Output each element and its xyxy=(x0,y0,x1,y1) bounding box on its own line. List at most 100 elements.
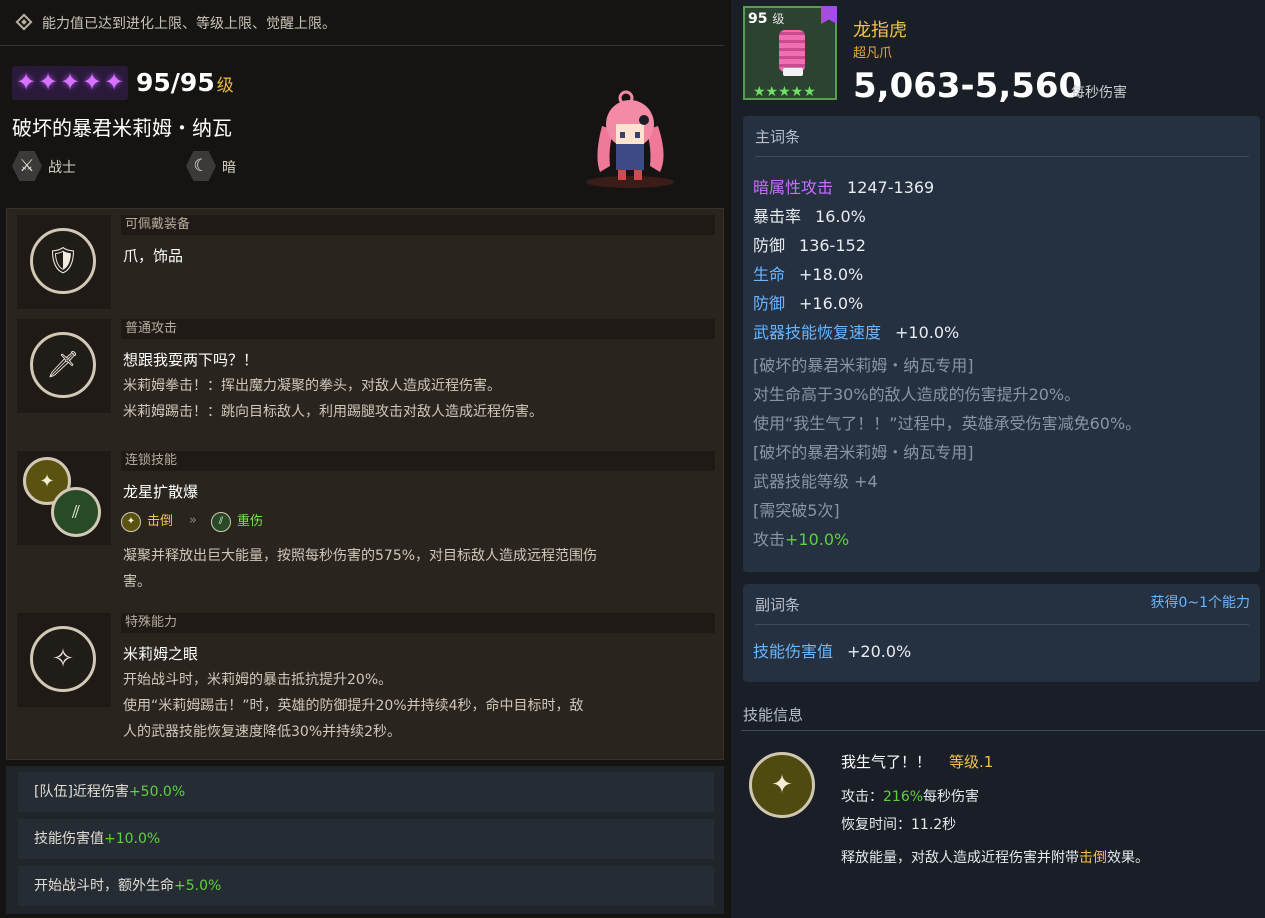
exclusive-line: 使用“我生气了！！”过程中，英雄承受伤害减免60%。 xyxy=(753,414,1142,433)
item-type: 超凡爪 xyxy=(853,46,893,61)
max-notice: 能力值已达到进化上限、等级上限、觉醒上限。 xyxy=(0,0,724,46)
chain-to: ⫽ 重伤 xyxy=(211,511,263,533)
skill-info-title: 技能信息 xyxy=(743,706,804,724)
skill-header: 可佩戴装备 xyxy=(121,215,715,235)
stat-value: 136-152 xyxy=(799,236,866,255)
weapon-skill-name: 我生气了！！ xyxy=(841,753,932,771)
hero-level-unit: 级 xyxy=(216,76,234,96)
bonus-row: 开始战斗时，额外生命+5.0% xyxy=(18,866,714,906)
item-dps: 5,063-5,560 xyxy=(853,66,1083,106)
breakthrough-bonus: 攻击+10.0% xyxy=(753,526,849,550)
stat-row: 防御 +16.0% xyxy=(753,290,863,314)
breakthrough-label: 攻击 xyxy=(753,530,786,549)
sword-shield-icon: 🛡 xyxy=(30,228,96,294)
stat-value: 1247-1369 xyxy=(847,178,935,197)
divider xyxy=(741,730,1265,731)
exclusive-line: [破坏的暴君米莉姆・纳瓦专用] xyxy=(753,356,974,375)
bonus-label: [队伍]近程伤害 xyxy=(34,784,129,800)
stat-row: 暗属性攻击 1247-1369 xyxy=(753,174,934,198)
star-icon: ✦ xyxy=(60,68,81,96)
hero-panel: 能力值已达到进化上限、等级上限、觉醒上限。 ✦ ✦ ✦ ✦ ✦ 95/95 级 破… xyxy=(0,0,730,918)
item-panel: 95 级 ★★★★★ 龙指虎 超凡爪 5,063-5,560 每秒伤害 主词条 … xyxy=(731,0,1265,918)
breakthrough-value: +10.0% xyxy=(785,530,850,549)
skill-title: 米莉姆之眼 xyxy=(123,645,199,663)
skill-desc-line: 凝聚并释放出巨大能量，按照每秒伤害的575%，对目标敌人造成远程范围伤 xyxy=(123,548,598,564)
stat-value: +20.0% xyxy=(847,642,912,661)
attack-suffix: 每秒伤害 xyxy=(923,789,980,805)
exclusive-line: [破坏的暴君米莉姆・纳瓦专用] xyxy=(753,443,974,462)
desc-key: 击倒 xyxy=(1079,850,1107,866)
exclusive-line: 武器技能等级 +4 xyxy=(753,472,878,491)
stat-row: 暴击率 16.0% xyxy=(753,203,866,227)
weapon-skill-level: 等级.1 xyxy=(949,753,994,771)
stat-key: 暗属性攻击 xyxy=(753,178,834,197)
sub-stats-box: 副词条 获得0~1个能力 技能伤害值 +20.0% xyxy=(743,584,1260,682)
divider xyxy=(755,156,1249,157)
skill-desc-line: 使用“米莉姆踢击！”时，英雄的防御提升20%并持续4秒，命中目标时，敌 xyxy=(123,698,584,714)
stat-value: 16.0% xyxy=(815,207,866,226)
equipment-section: 🛡 可佩戴装备 爪，饰品 xyxy=(17,215,717,309)
bonus-value: +10.0% xyxy=(104,831,161,847)
injury-icon: ⫽ xyxy=(211,511,231,532)
stat-key: 技能伤害值 xyxy=(753,642,834,661)
weapon-skill-cooldown: 恢复时间：11.2秒 xyxy=(841,817,957,833)
stat-row: 技能伤害值 +20.0% xyxy=(753,638,911,662)
skill-desc-line: 米莉姆踢击！：跳向目标敌人，利用踢腿攻击对敌人造成近程伤害。 xyxy=(123,404,543,420)
divider xyxy=(755,624,1249,625)
injury-icon: ⫽ xyxy=(51,487,101,537)
item-icon-frame[interactable]: 95 级 ★★★★★ xyxy=(743,6,837,100)
star-icon: ✦ xyxy=(82,68,103,96)
sub-stats-hint: 获得0~1个能力 xyxy=(1150,595,1250,611)
claw-grip xyxy=(783,68,803,76)
special-ability-section: ✧ 特殊能力 米莉姆之眼 开始战斗时，米莉姆的暴击抵抗提升20%。 使用“米莉姆… xyxy=(17,613,717,753)
star-icon: ✦ xyxy=(104,68,125,96)
hero-stars: ✦ ✦ ✦ ✦ ✦ xyxy=(12,66,128,100)
skill-title: 想跟我耍两下吗？！ xyxy=(123,351,259,369)
hero-level-value: 95/95 xyxy=(136,68,215,97)
stat-key: 防御 xyxy=(753,236,786,255)
normal-attack-icon-box: 🗡 xyxy=(17,319,111,413)
equipment-list: 爪，饰品 xyxy=(123,247,184,265)
claw-weapon-icon xyxy=(779,30,805,72)
stat-value: +18.0% xyxy=(799,265,864,284)
skill-desc-line: 害。 xyxy=(123,574,151,590)
item-dps-label: 每秒伤害 xyxy=(1071,85,1127,101)
weapon-skill-desc: 释放能量，对敌人造成近程伤害并附带击倒效果。 xyxy=(841,847,1149,867)
exclusive-line: 对生命高于30%的敌人造成的伤害提升20%。 xyxy=(753,385,1081,404)
stat-row: 武器技能恢复速度 +10.0% xyxy=(753,319,959,343)
skill-desc-line: 人的武器技能恢复速度降低30%并持续2秒。 xyxy=(123,724,402,740)
attack-value: 216% xyxy=(883,789,924,805)
chain-from-label: 击倒 xyxy=(147,514,174,529)
sub-stats-title: 副词条 xyxy=(755,596,801,614)
skill-header: 特殊能力 xyxy=(121,613,715,633)
item-stars: ★★★★★ xyxy=(753,84,816,100)
crossed-swords-icon: ⚔ xyxy=(12,151,42,181)
skill-desc-line: 米莉姆拳击！：挥出魔力凝聚的拳头，对敌人造成近程伤害。 xyxy=(123,378,501,394)
star-icon: ✦ xyxy=(38,68,59,96)
weapon-skill-attack: 攻击：216%每秒伤害 xyxy=(841,786,979,806)
bonus-row: 技能伤害值+10.0% xyxy=(18,819,714,859)
normal-attack-section: 🗡 普通攻击 想跟我耍两下吗？！ 米莉姆拳击！：挥出魔力凝聚的拳头，对敌人造成近… xyxy=(17,319,717,439)
chain-from: ✦ 击倒 xyxy=(121,511,173,533)
item-level-value: 95 xyxy=(748,11,768,27)
skills-panel: 🛡 可佩戴装备 爪，饰品 🗡 普通攻击 想跟我耍两下吗？！ 米莉姆拳击！：挥出魔… xyxy=(6,208,724,760)
skill-title: 龙星扩散爆 xyxy=(123,483,199,501)
special-ability-icon-box: ✧ xyxy=(17,613,111,707)
bonus-panel: [队伍]近程伤害+50.0% 技能伤害值+10.0% 开始战斗时，额外生命+5.… xyxy=(6,766,724,914)
skill-header: 普通攻击 xyxy=(121,319,715,339)
bonus-value: +50.0% xyxy=(128,784,186,800)
item-name: 龙指虎 xyxy=(853,20,907,41)
stat-key: 防御 xyxy=(753,294,786,313)
stat-value: +16.0% xyxy=(799,294,864,313)
desc-post: 效果。 xyxy=(1107,850,1149,866)
stat-key: 武器技能恢复速度 xyxy=(753,323,882,342)
main-stats-title: 主词条 xyxy=(755,128,801,146)
bonus-label: 技能伤害值 xyxy=(34,831,104,847)
chain-to-label: 重伤 xyxy=(237,514,264,529)
hero-level: 95/95 级 xyxy=(136,68,234,97)
sword-icon: 🗡 xyxy=(30,332,96,398)
chevron-right-icon: » xyxy=(189,513,197,528)
hero-portrait xyxy=(586,90,674,188)
hero-class: 战士 xyxy=(48,160,76,176)
knockdown-icon: ✦ xyxy=(121,511,141,532)
